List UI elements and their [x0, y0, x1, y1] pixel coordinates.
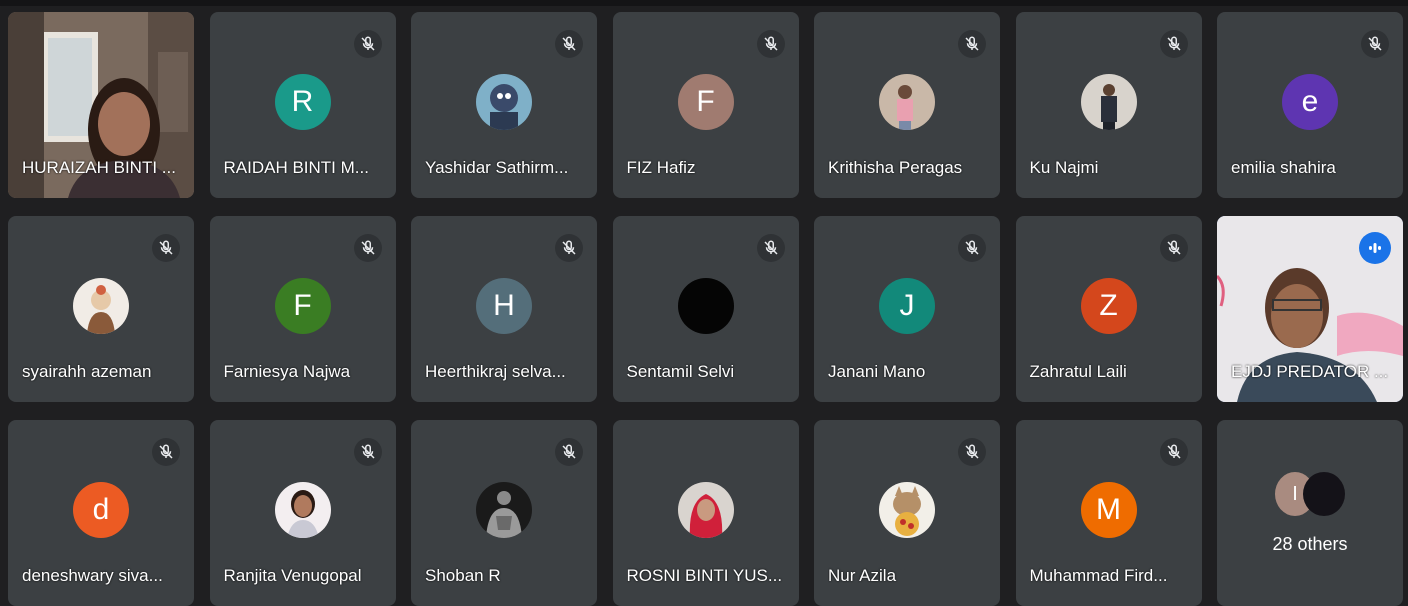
participant-tile[interactable]: F Farniesya Najwa: [209, 216, 396, 402]
participant-tile[interactable]: M Muhammad Fird...: [1015, 420, 1202, 606]
avatar: F: [274, 278, 331, 334]
participant-name: Heerthikraj selva...: [425, 362, 566, 381]
participant-name: Ranjita Venugopal: [223, 566, 362, 585]
avatar-photo: [476, 74, 532, 130]
mic-off-icon: [152, 438, 180, 466]
participant-tile[interactable]: Ku Najmi: [1015, 12, 1202, 198]
participant-tile[interactable]: F FIZ Hafiz: [612, 12, 799, 198]
mic-off-icon: [756, 234, 785, 262]
participant-name: EJDJ PREDATOR ...: [1231, 362, 1389, 381]
participant-tile[interactable]: syairahh azeman: [8, 216, 194, 402]
participant-tile[interactable]: d deneshwary siva...: [8, 420, 194, 606]
avatar: H: [476, 278, 532, 334]
mic-off-icon: [353, 30, 382, 58]
mic-off-icon: [555, 234, 583, 262]
participant-tile[interactable]: J Janani Mano: [814, 216, 1000, 402]
window-top-edge: [0, 0, 1408, 6]
participant-name: RAIDAH BINTI M...: [223, 158, 369, 177]
avatar: J: [879, 278, 935, 334]
participant-tile[interactable]: ROSNI BINTI YUS...: [612, 420, 799, 606]
participant-name: Janani Mano: [828, 362, 926, 381]
participant-tile[interactable]: Nur Azila: [814, 420, 1000, 606]
mic-off-icon: [958, 234, 986, 262]
participant-tile[interactable]: Yashidar Sathirm...: [411, 12, 597, 198]
mic-off-icon: [958, 30, 986, 58]
mic-off-icon: [353, 438, 382, 466]
participant-tile[interactable]: EJDJ PREDATOR ...: [1217, 216, 1403, 402]
participant-name: ROSNI BINTI YUS...: [626, 566, 783, 585]
others-avatar-stack: I: [1275, 472, 1345, 516]
participant-tile[interactable]: Z Zahratul Laili: [1015, 216, 1202, 402]
participant-tile[interactable]: Shoban R: [411, 420, 597, 606]
avatar: F: [677, 74, 734, 130]
avatar-photo: [274, 482, 331, 538]
participant-name: Ku Najmi: [1029, 158, 1099, 177]
participant-tile[interactable]: Sentamil Selvi: [612, 216, 799, 402]
participant-tile[interactable]: Ranjita Venugopal: [209, 420, 396, 606]
avatar: Z: [1080, 278, 1137, 334]
participant-name: Nur Azila: [828, 566, 897, 585]
others-count: 28 others: [1272, 534, 1348, 554]
participant-name: deneshwary siva...: [22, 566, 163, 585]
speaking-indicator-icon: [1359, 232, 1391, 264]
participant-name: FIZ Hafiz: [626, 158, 696, 177]
mic-off-icon: [756, 30, 785, 58]
participant-name: syairahh azeman: [22, 362, 152, 381]
participant-tile[interactable]: HURAIZAH BINTI ...: [8, 12, 194, 198]
mic-off-icon: [958, 438, 986, 466]
mic-off-icon: [1159, 234, 1188, 262]
participant-tile[interactable]: e emilia shahira: [1217, 12, 1403, 198]
avatar: M: [1080, 482, 1137, 538]
avatar-photo: [677, 278, 734, 334]
meeting-grid-frame: HURAIZAH BINTI ... R RAIDAH BINTI M... Y…: [0, 0, 1408, 606]
mic-off-icon: [555, 438, 583, 466]
participant-name: Sentamil Selvi: [626, 362, 735, 381]
others-tile[interactable]: I 28 others: [1217, 420, 1403, 606]
participant-tile[interactable]: H Heerthikraj selva...: [411, 216, 597, 402]
mic-off-icon: [152, 234, 180, 262]
mic-off-icon: [1159, 30, 1188, 58]
avatar-photo: [879, 482, 935, 538]
participant-name: Krithisha Peragas: [828, 158, 963, 177]
mic-off-icon: [353, 234, 382, 262]
avatar-photo: [879, 74, 935, 130]
participant-grid: HURAIZAH BINTI ... R RAIDAH BINTI M... Y…: [8, 12, 1403, 606]
participant-name: Yashidar Sathirm...: [425, 158, 569, 177]
participant-name: Farniesya Najwa: [223, 362, 351, 381]
avatar: e: [1282, 74, 1338, 130]
avatar: R: [274, 74, 331, 130]
avatar-photo: [1080, 74, 1137, 130]
participant-name: Muhammad Fird...: [1029, 566, 1168, 585]
participant-tile[interactable]: Krithisha Peragas: [814, 12, 1000, 198]
participant-name: emilia shahira: [1231, 158, 1336, 177]
avatar: [1303, 472, 1345, 516]
avatar: d: [73, 482, 129, 538]
participant-name: Zahratul Laili: [1029, 362, 1127, 381]
participant-name: HURAIZAH BINTI ...: [22, 158, 176, 177]
mic-off-icon: [1159, 438, 1188, 466]
avatar-photo: [476, 482, 532, 538]
mic-off-icon: [1361, 30, 1389, 58]
avatar-photo: [73, 278, 129, 334]
avatar-photo: [677, 482, 734, 538]
participant-tile[interactable]: R RAIDAH BINTI M...: [209, 12, 396, 198]
participant-name: Shoban R: [425, 566, 501, 585]
mic-off-icon: [555, 30, 583, 58]
